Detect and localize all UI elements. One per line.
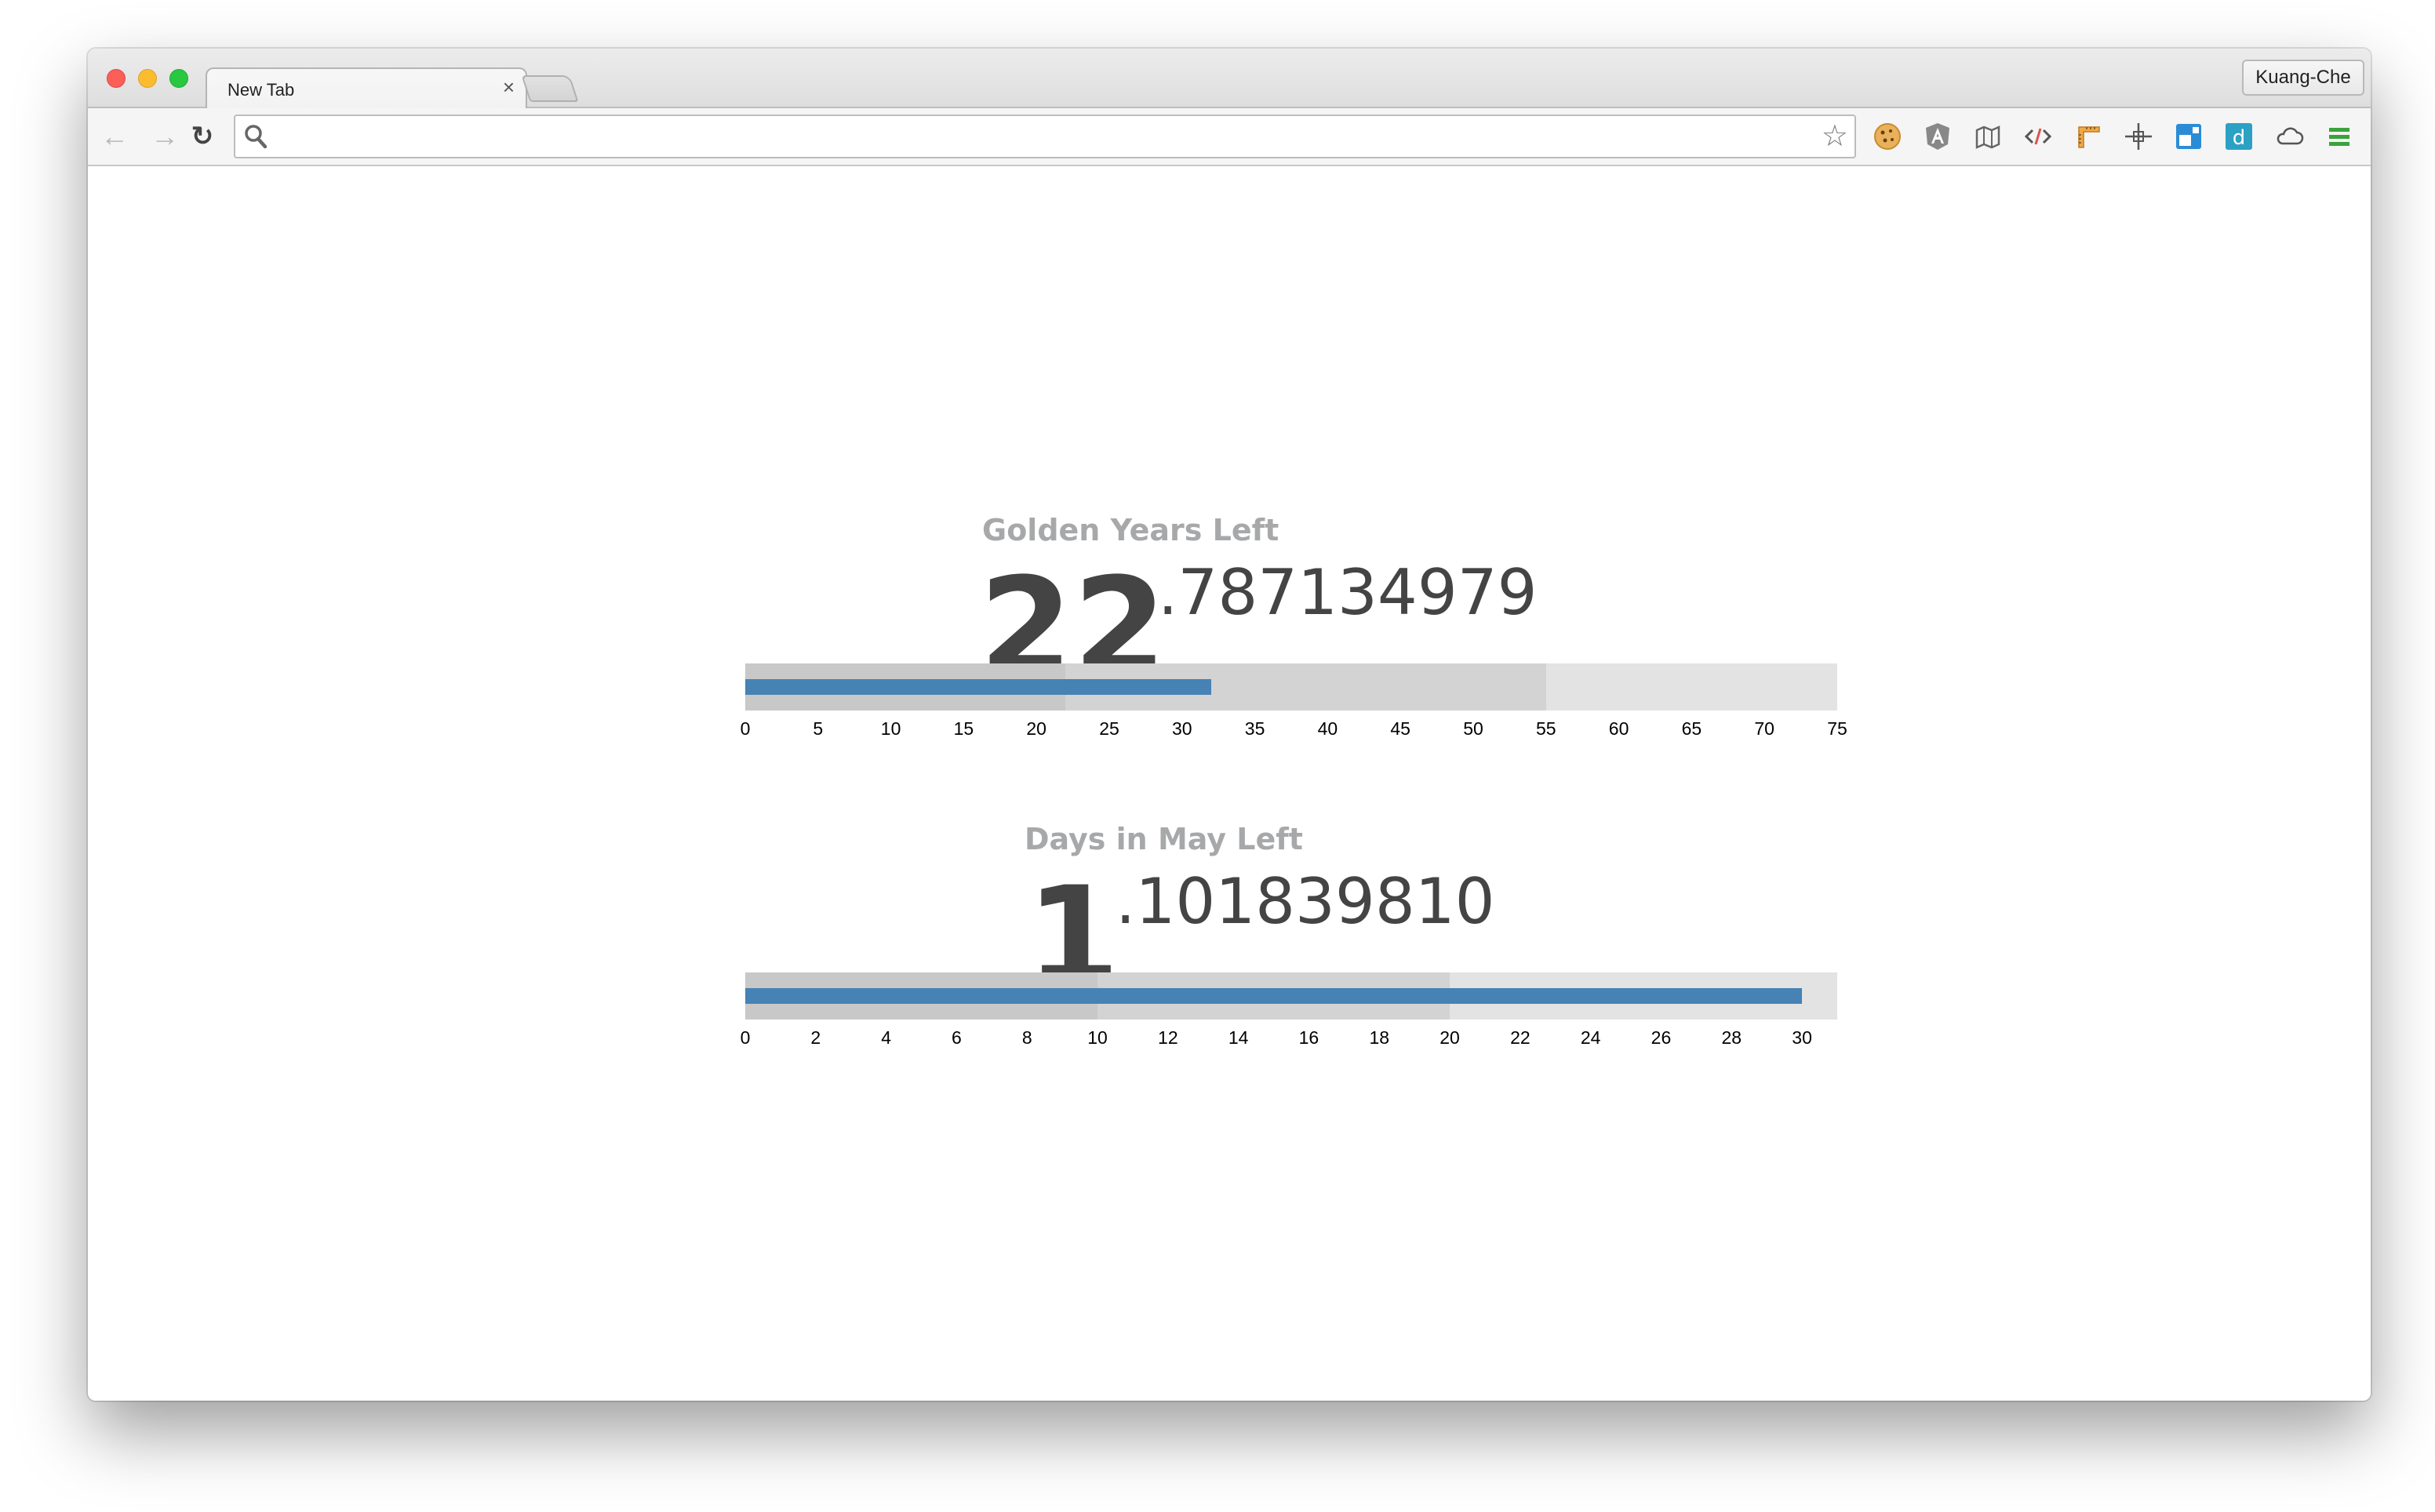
axis-tick-label: 10 <box>880 718 901 739</box>
code-icon[interactable] <box>2021 119 2055 154</box>
bullet-axis: 0 5 10 15 20 25 30 35 40 45 50 55 60 65 70 75 <box>741 718 1847 742</box>
zoom-window-button[interactable] <box>169 69 188 88</box>
axis-tick-label: 5 <box>813 718 824 739</box>
axis-tick-label: 26 <box>1651 1027 1672 1048</box>
svg-text:d: d <box>2233 126 2246 150</box>
window-icon[interactable] <box>2171 119 2206 154</box>
axis-tick-label: 18 <box>1369 1027 1390 1048</box>
axis-tick-label: 45 <box>1390 718 1410 739</box>
axis-tick-label: 55 <box>1536 718 1556 739</box>
axis-tick-label: 15 <box>953 718 974 739</box>
forward-arrow-icon[interactable]: → <box>149 121 180 152</box>
axis-tick-label: 40 <box>1317 718 1338 739</box>
axis-tick-label: 20 <box>1026 718 1046 739</box>
menu-icon[interactable] <box>2322 119 2357 154</box>
bullet-measure <box>745 679 1211 695</box>
axis-tick-label: 35 <box>1244 718 1265 739</box>
axis-tick-label: 30 <box>1172 718 1192 739</box>
axis-tick-label: 25 <box>1099 718 1119 739</box>
axis-tick-label: 20 <box>1440 1027 1460 1048</box>
map-icon[interactable] <box>1971 119 2005 154</box>
d-app-icon[interactable]: d <box>2222 119 2256 154</box>
axis-tick-label: 60 <box>1608 718 1629 739</box>
metric-fraction: .787134979 <box>1158 556 1538 629</box>
address-input[interactable] <box>278 122 1800 151</box>
bullet-measure <box>745 988 1803 1004</box>
back-arrow-icon[interactable]: ← <box>99 121 130 152</box>
browser-toolbar: ← → ↻ ☆ d <box>88 108 2371 166</box>
metric-fraction: .101839810 <box>1116 865 1495 938</box>
close-icon[interactable]: × <box>503 77 515 97</box>
close-window-button[interactable] <box>107 69 126 88</box>
axis-tick-label: 28 <box>1721 1027 1742 1048</box>
reload-icon[interactable]: ↻ <box>187 121 218 152</box>
address-bar[interactable]: ☆ <box>234 114 1856 158</box>
axis-tick-label: 6 <box>952 1027 962 1048</box>
title-bar: New Tab × Kuang-Che <box>88 49 2371 110</box>
ruler-icon[interactable] <box>2071 119 2106 154</box>
axis-tick-label: 8 <box>1021 1027 1032 1048</box>
axis-tick-label: 10 <box>1087 1027 1108 1048</box>
move-icon[interactable] <box>2121 119 2156 154</box>
cookie-icon[interactable] <box>1870 119 1905 154</box>
browser-window: New Tab × Kuang-Che ← → ↻ ☆ d Golden Yea… <box>88 49 2371 1401</box>
axis-tick-label: 0 <box>740 1027 751 1048</box>
axis-tick-label: 24 <box>1580 1027 1601 1048</box>
search-icon <box>245 125 268 149</box>
tab-title: New Tab <box>227 80 295 100</box>
axis-tick-label: 50 <box>1463 718 1483 739</box>
tab-new-tab[interactable]: New Tab × <box>206 67 527 110</box>
axis-tick-label: 12 <box>1158 1027 1178 1048</box>
axis-tick-label: 14 <box>1228 1027 1249 1048</box>
axis-tick-label: 70 <box>1754 718 1774 739</box>
bullet-axis: 0 2 4 6 8 10 12 14 16 18 20 22 24 26 28 30 <box>741 1027 1837 1051</box>
axis-tick-label: 0 <box>740 718 751 739</box>
metric-title: Golden Years Left <box>982 513 1279 547</box>
bullet-chart <box>745 663 1837 711</box>
axis-tick-label: 75 <box>1827 718 1847 739</box>
axis-tick-label: 30 <box>1792 1027 1812 1048</box>
axis-tick-label: 16 <box>1298 1027 1319 1048</box>
cloud-icon[interactable] <box>2272 119 2306 154</box>
page-content: Golden Years Left 22 .787134979 0 5 10 15 20… <box>88 166 2371 1401</box>
axis-tick-label: 65 <box>1681 718 1702 739</box>
axis-tick-label: 2 <box>810 1027 821 1048</box>
profile-button[interactable]: Kuang-Che <box>2242 60 2364 96</box>
bookmark-star-icon[interactable]: ☆ <box>1822 119 1848 154</box>
angular-icon[interactable] <box>1920 119 1955 154</box>
metric-title: Days in May Left <box>1025 822 1303 856</box>
new-tab-button[interactable] <box>521 75 579 102</box>
axis-tick-label: 4 <box>881 1027 892 1048</box>
axis-tick-label: 22 <box>1510 1027 1531 1048</box>
bullet-chart <box>745 972 1837 1020</box>
minimize-window-button[interactable] <box>138 69 157 88</box>
